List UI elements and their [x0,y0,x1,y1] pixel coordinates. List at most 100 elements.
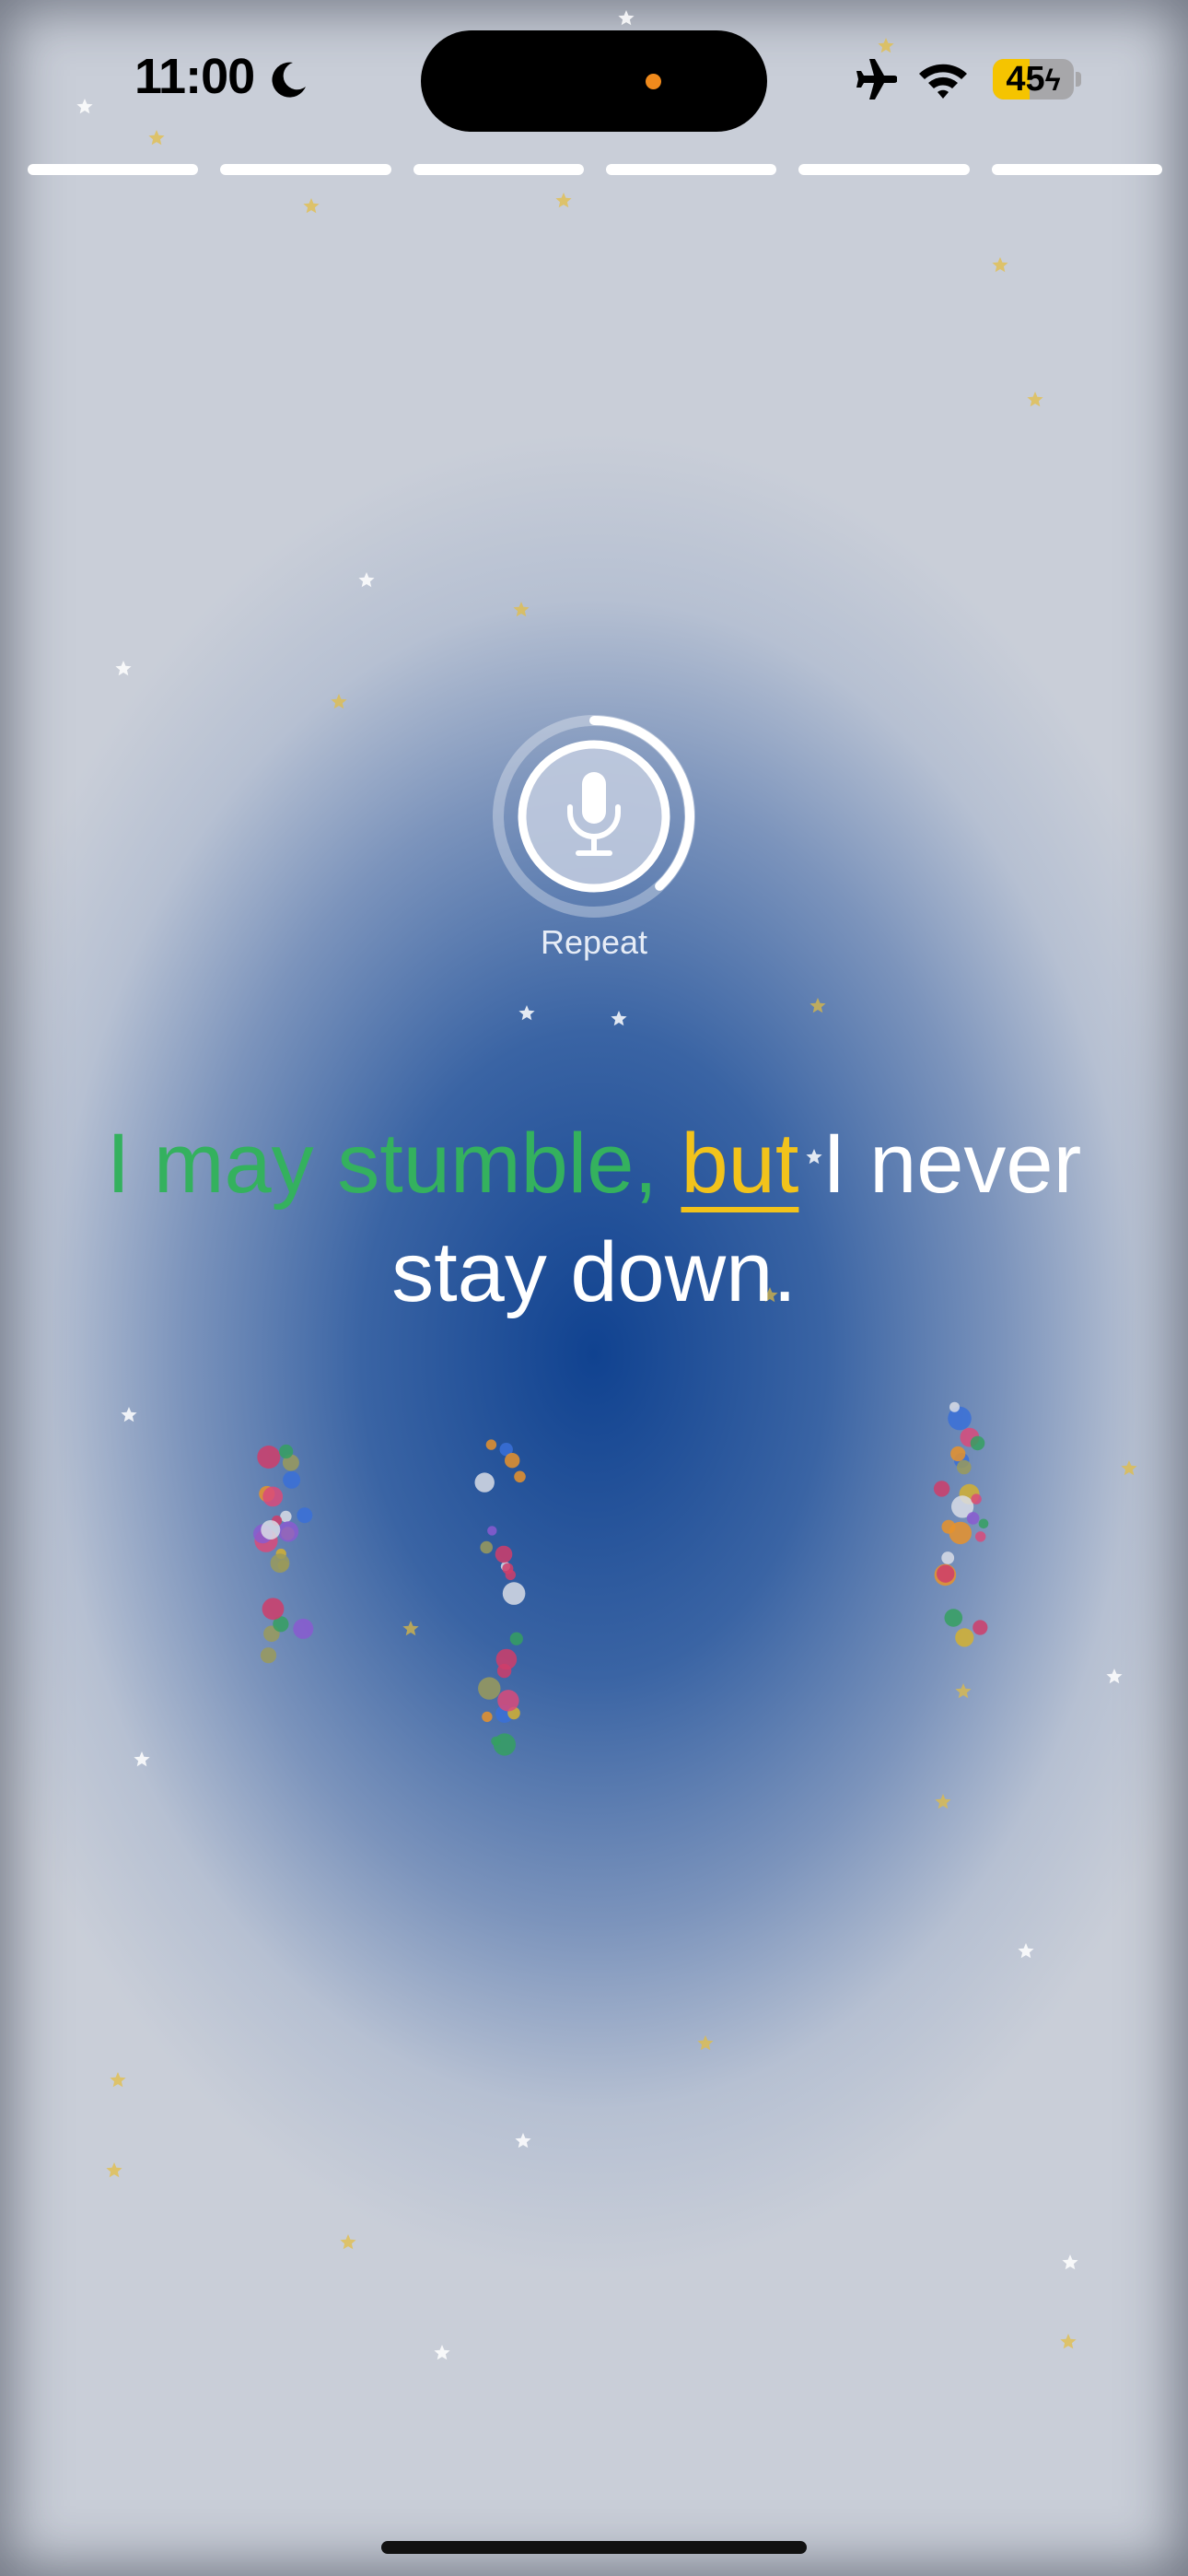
confetti-dot [949,1401,960,1412]
star-decoration [1018,1943,1034,1959]
confetti-dot [970,1435,985,1451]
confetti-dot [495,1704,514,1724]
progress-segment [413,164,584,175]
confetti-dot [955,1628,974,1647]
confetti-dot [263,1625,280,1643]
star-decoration [1060,2334,1077,2349]
battery-charging-icon: 45ϟ [993,59,1074,100]
progress-segments [28,164,1162,175]
confetti-dot [478,1677,501,1700]
status-time: 11:00 [134,49,255,104]
confetti-dot [502,1563,514,1575]
confetti-dot [948,1406,972,1431]
confetti-dot [496,1663,512,1679]
sentence-text: I may stumble, but I never stay down. [55,1109,1133,1327]
confetti-dot [272,1515,283,1527]
battery-cap [1076,72,1081,87]
confetti-dot [262,1486,284,1507]
star-decoration [340,2234,356,2250]
confetti-dot [499,1443,513,1457]
star-decoration [303,198,320,214]
progress-segment [991,164,1162,175]
privacy-indicator-dot [646,74,661,89]
confetti-dot [474,1472,495,1493]
confetti-dot [261,1520,281,1540]
confetti-dot [934,1563,957,1587]
confetti-dot [978,1518,989,1529]
star-decoration [992,257,1008,273]
confetti-dot [257,1446,281,1469]
confetti-dot [273,1616,289,1633]
confetti-dot [949,1521,973,1545]
confetti-dot [507,1706,520,1720]
progress-segment [28,164,199,175]
confetti-dot [951,1495,974,1518]
confetti-dot [497,1690,519,1712]
home-indicator[interactable] [381,2541,807,2554]
wifi-icon [919,64,967,99]
confetti-dot [500,1562,511,1572]
star-decoration [515,2133,531,2149]
star-decoration [115,661,132,676]
confetti-dot [941,1519,956,1534]
confetti-dot [275,1548,286,1560]
star-decoration [809,998,826,1013]
confetti-dot [514,1470,526,1483]
star-decoration [611,1011,627,1026]
confetti-dot [505,1453,520,1469]
confetti-dot [480,1540,493,1554]
sentence-current-word: but [681,1117,799,1211]
confetti-dot [260,1647,277,1664]
repeat-mic-button[interactable] [489,711,699,921]
confetti-dot [282,1454,299,1471]
battery-level: 45ϟ [1006,60,1061,99]
star-decoration [402,1621,419,1636]
confetti-dot [279,1444,294,1459]
star-decoration [1106,1669,1123,1684]
star-decoration [121,1407,137,1423]
confetti-dot [280,1510,292,1523]
star-decoration [1027,392,1043,407]
star-decoration [134,1751,150,1767]
confetti-dot [936,1564,955,1583]
confetti-dot [505,1569,516,1581]
confetti-dot [495,1545,513,1563]
confetti-dot [491,1736,501,1746]
dynamic-island [421,30,767,132]
repeat-label: Repeat [540,923,648,961]
confetti-dot [954,1453,970,1469]
confetti-dot [493,1733,517,1756]
moon-icon [272,62,306,98]
confetti-dot [297,1507,313,1524]
star-decoration [358,572,375,588]
airplane-icon [856,59,897,100]
confetti-dot [966,1512,980,1525]
star-decoration [618,10,635,26]
confetti-dot [971,1493,982,1505]
confetti-dot [495,1648,518,1670]
progress-segment [605,164,777,175]
confetti-dot [957,1459,972,1475]
confetti-dot [959,1483,980,1505]
confetti-dot [270,1553,290,1573]
confetti-dot [933,1481,950,1497]
progress-segment [798,164,970,175]
star-decoration [110,2072,126,2088]
confetti-dot [502,1582,526,1605]
confetti-dot [293,1618,314,1639]
confetti-dot [487,1526,497,1536]
star-decoration [935,1794,951,1809]
confetti-dot [482,1711,493,1723]
star-decoration [106,2162,122,2178]
confetti-dot [278,1521,299,1542]
star-decoration [434,2345,450,2360]
star-decoration [76,99,93,114]
confetti-dot [944,1609,963,1627]
star-decoration [555,193,572,208]
confetti-dot [941,1551,955,1564]
sentence-spoken: I may stumble, [106,1117,658,1211]
confetti-dot [950,1446,966,1462]
confetti-dot [960,1427,980,1447]
confetti-dot [262,1598,285,1621]
star-decoration [697,2035,714,2051]
